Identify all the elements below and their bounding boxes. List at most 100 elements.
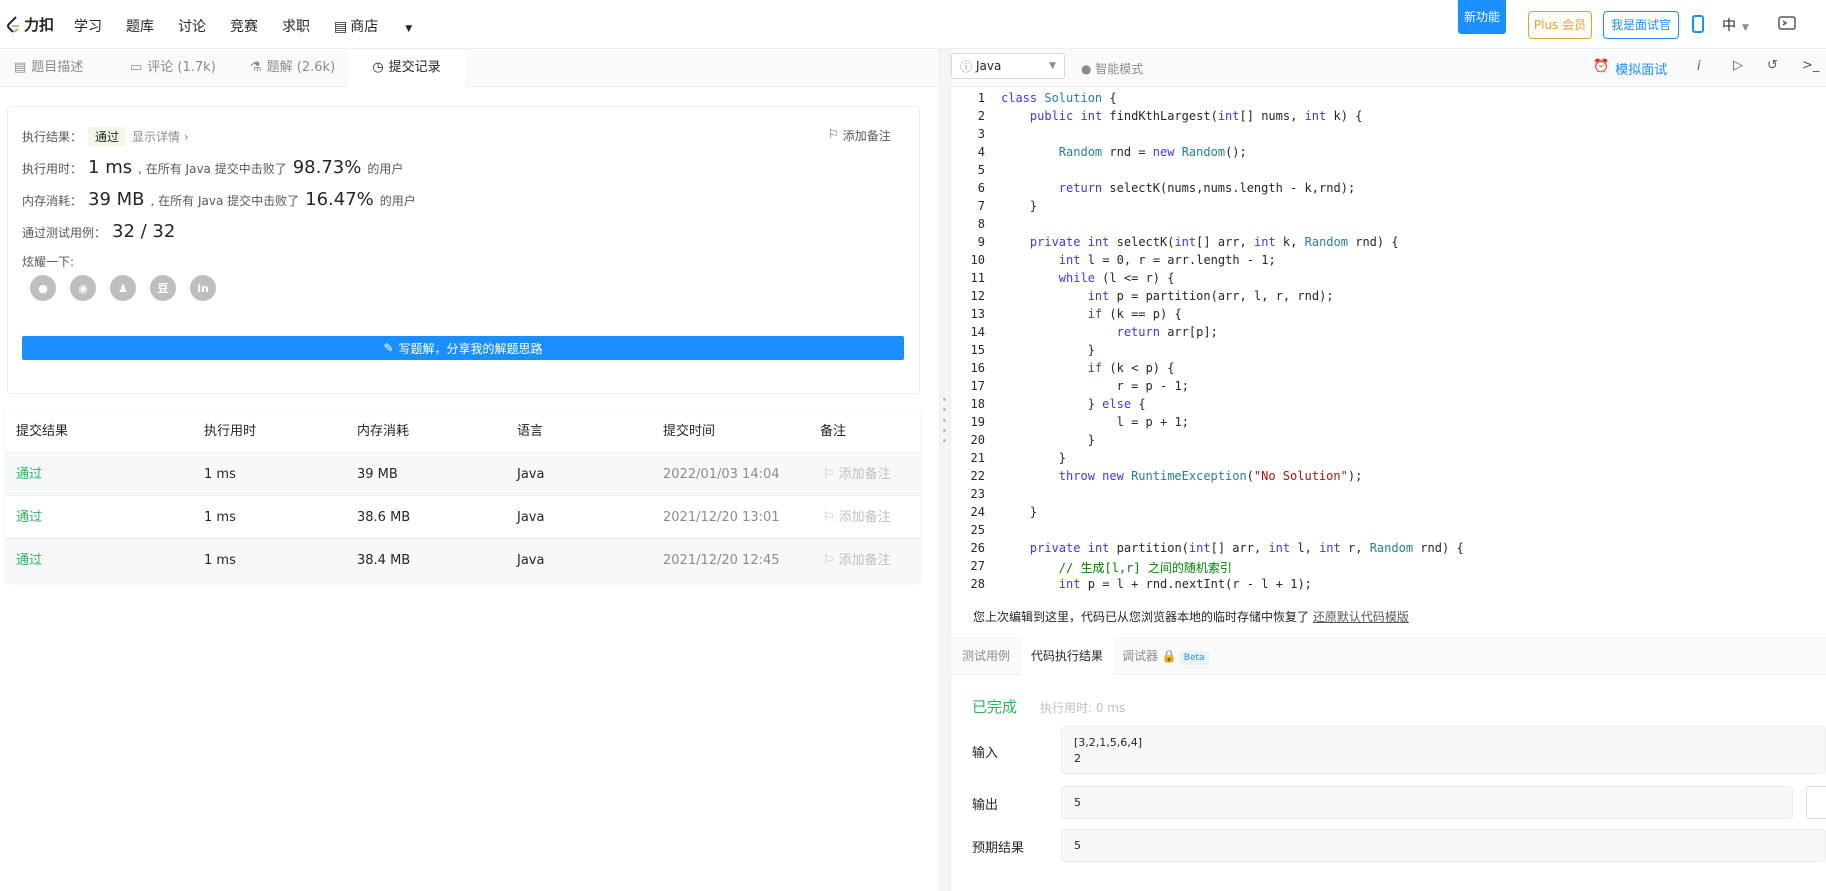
- console-icon[interactable]: [1778, 15, 1796, 35]
- interviewer-button[interactable]: 我是面试官: [1603, 11, 1679, 39]
- linkedin-icon[interactable]: in: [190, 275, 216, 301]
- code-line[interactable]: int l = 0, r = arr.length - 1;: [1001, 253, 1276, 267]
- row-memory: 39 MB: [357, 467, 398, 482]
- line-number: 14: [970, 325, 985, 339]
- row-add-note[interactable]: ⚐ 添加备注: [823, 496, 891, 539]
- tab-comments-label: 评论 (1.7k): [147, 60, 216, 75]
- row-language: Java: [517, 510, 545, 525]
- code-line[interactable]: if (k == p) {: [1001, 307, 1182, 321]
- row-add-note[interactable]: ⚐ 添加备注: [823, 453, 891, 496]
- code-line[interactable]: // 生成[l,r] 之间的随机索引: [1001, 559, 1232, 576]
- play-icon[interactable]: ▷: [1733, 58, 1743, 73]
- line-number: 10: [970, 253, 985, 267]
- code-line[interactable]: r = p - 1;: [1001, 379, 1189, 393]
- line-number: 20: [970, 433, 985, 447]
- nav-contest[interactable]: 竞赛: [230, 16, 258, 36]
- new-feature-badge[interactable]: 新功能: [1458, 0, 1506, 34]
- logo[interactable]: 力扣: [6, 14, 54, 35]
- code-line[interactable]: int p = l + rnd.nextInt(r - l + 1);: [1001, 577, 1312, 591]
- code-line[interactable]: private int selectK(int[] arr, int k, Ra…: [1001, 235, 1399, 249]
- row-result[interactable]: 通过: [16, 496, 42, 539]
- add-note-button[interactable]: ⚐ 添加备注: [828, 127, 891, 144]
- code-line[interactable]: private int partition(int[] arr, int l, …: [1001, 541, 1464, 555]
- tab-description[interactable]: ▤ 题目描述: [14, 49, 83, 87]
- wechat-icon[interactable]: ●: [30, 275, 56, 301]
- row-result[interactable]: 通过: [16, 539, 42, 582]
- runtime-row: 执行用时： 1 ms , 在所有 Java 提交中击败了 98.73% 的用户: [22, 157, 403, 178]
- code-line[interactable]: }: [1001, 343, 1095, 357]
- pane-splitter[interactable]: [939, 49, 951, 891]
- reset-icon[interactable]: ↺: [1767, 58, 1778, 73]
- line-number: 19: [970, 415, 985, 429]
- expected-value-box: 5: [1061, 829, 1826, 862]
- line-number: 18: [970, 397, 985, 411]
- code-editor[interactable]: 1 class Solution {2 public int findKthLar…: [951, 87, 1826, 595]
- code-line[interactable]: class Solution {: [1001, 91, 1117, 105]
- code-line[interactable]: public int findKthLargest(int[] nums, in…: [1001, 109, 1363, 123]
- show-details-link[interactable]: 显示详情 ›: [132, 128, 189, 145]
- write-solution-button[interactable]: ✎ 写题解，分享我的解题思路: [22, 336, 904, 360]
- qq-icon[interactable]: ♟: [110, 275, 136, 301]
- code-line[interactable]: while (l <= r) {: [1001, 271, 1175, 285]
- mobile-icon[interactable]: [1692, 15, 1704, 37]
- smart-mode-toggle[interactable]: ● 智能模式: [1081, 60, 1143, 77]
- table-row[interactable]: 通过 1 ms 38.4 MB Java 2021/12/20 12:45 ⚐ 添…: [6, 539, 920, 582]
- code-line[interactable]: return arr[p];: [1001, 325, 1218, 339]
- line-number: 13: [970, 307, 985, 321]
- splitter-handle-icon[interactable]: [943, 398, 946, 442]
- nav-jobs[interactable]: 求职: [282, 16, 310, 36]
- tab-run-result[interactable]: 代码执行结果: [1021, 637, 1114, 675]
- nav-problems[interactable]: 题库: [126, 16, 154, 36]
- row-result[interactable]: 通过: [16, 453, 42, 496]
- submission-result-card: 执行结果： 通过 显示详情 › ⚐ 添加备注 执行用时： 1 ms , 在所有 J…: [7, 106, 920, 394]
- nav-discuss[interactable]: 讨论: [178, 16, 206, 36]
- code-line[interactable]: }: [1001, 199, 1037, 213]
- input-line-2: 2: [1074, 752, 1081, 765]
- row-runtime: 1 ms: [204, 510, 236, 525]
- code-line[interactable]: Random rnd = new Random();: [1001, 145, 1247, 159]
- nav-learn[interactable]: 学习: [74, 16, 102, 36]
- tab-submissions-label: 提交记录: [388, 60, 441, 75]
- code-line[interactable]: }: [1001, 433, 1095, 447]
- mock-interview-button[interactable]: ⏰ 模拟面试: [1593, 59, 1667, 78]
- plus-member-button[interactable]: Plus 会员: [1528, 11, 1592, 39]
- info-icon: ⓘ: [960, 59, 973, 74]
- code-line[interactable]: return selectK(nums,nums.length - k,rnd)…: [1001, 181, 1355, 195]
- nav-shop[interactable]: ▤ 商店 ▼: [334, 16, 436, 36]
- code-line[interactable]: int p = partition(arr, l, r, rnd);: [1001, 289, 1334, 303]
- table-row[interactable]: 通过 1 ms 38.6 MB Java 2021/12/20 13:01 ⚐ 添…: [6, 496, 920, 539]
- language-select[interactable]: ⓘ Java ▼: [951, 53, 1065, 79]
- diff-button[interactable]: [1806, 786, 1826, 819]
- code-line[interactable]: } else {: [1001, 397, 1146, 411]
- terminal-icon[interactable]: >_: [1802, 58, 1819, 73]
- tab-testcase[interactable]: 测试用例: [962, 637, 1010, 675]
- header-result: 提交结果: [16, 424, 69, 439]
- tab-description-label: 题目描述: [31, 60, 84, 75]
- language-switch[interactable]: 中 ▼: [1722, 15, 1749, 35]
- code-line[interactable]: throw new RuntimeException("No Solution"…: [1001, 469, 1363, 483]
- lock-icon: 🔒: [1161, 649, 1177, 663]
- tab-debugger-label: 调试器: [1122, 649, 1159, 663]
- tab-debugger[interactable]: 调试器 🔒 Beta: [1122, 637, 1209, 675]
- logo-text: 力扣: [24, 16, 55, 34]
- input-line-1: [3,2,1,5,6,4]: [1074, 736, 1143, 749]
- run-status: 已完成: [972, 698, 1018, 716]
- restore-default-link[interactable]: 还原默认代码模版: [1313, 610, 1409, 624]
- code-line[interactable]: }: [1001, 505, 1037, 519]
- douban-icon[interactable]: 豆: [150, 275, 176, 301]
- info-i-icon[interactable]: i: [1697, 59, 1701, 74]
- code-line[interactable]: }: [1001, 451, 1066, 465]
- runtime-percentile: 98.73%: [292, 157, 362, 178]
- code-line[interactable]: l = p + 1;: [1001, 415, 1189, 429]
- code-line[interactable]: if (k < p) {: [1001, 361, 1175, 375]
- tab-solutions[interactable]: ⚗ 题解 (2.6k): [250, 49, 335, 87]
- mock-interview-label: 模拟面试: [1615, 63, 1668, 78]
- tab-comments[interactable]: ▭ 评论 (1.7k): [130, 49, 216, 87]
- pencil-icon: ✎: [383, 341, 394, 355]
- weibo-icon[interactable]: ◉: [70, 275, 96, 301]
- row-add-note[interactable]: ⚐ 添加备注: [823, 539, 891, 582]
- row-language: Java: [517, 553, 545, 568]
- table-row[interactable]: 通过 1 ms 39 MB Java 2022/01/03 14:04 ⚐ 添加备…: [6, 453, 920, 496]
- memory-row: 内存消耗： 39 MB , 在所有 Java 提交中击败了 16.47% 的用户: [22, 189, 416, 210]
- tab-submissions[interactable]: ◷ 提交记录: [348, 49, 465, 87]
